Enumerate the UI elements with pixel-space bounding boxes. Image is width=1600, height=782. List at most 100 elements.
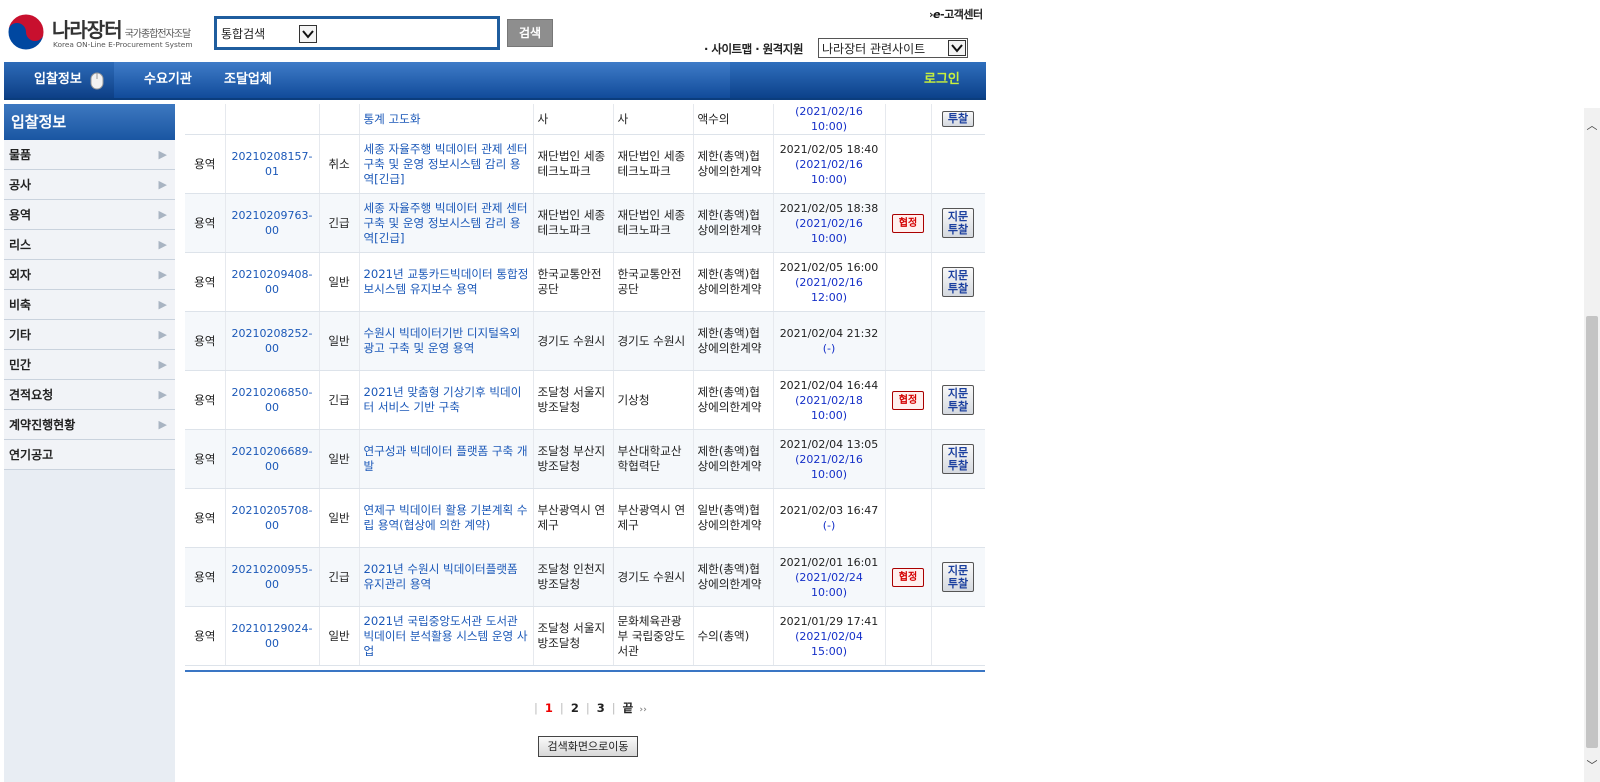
table-row[interactable]: 용역 20210205708-00 일반 연제구 빅데이터 활용 기본계획 수립… [185, 488, 985, 548]
notice-number[interactable]: 20210208157-01 [225, 134, 320, 194]
logo-english-name: Korea ON-Line E-Procurement System [53, 40, 193, 49]
notice-name[interactable]: 수원시 빅데이터기반 디지털옥외광고 구축 및 운영 용역 [359, 311, 534, 371]
bid-cell: 지문 투찰 [931, 193, 985, 253]
bid-cell [931, 606, 985, 666]
sitemap-link[interactable]: · 사이트맵 [704, 42, 752, 56]
notice-class [319, 104, 360, 135]
chevron-down-icon[interactable] [948, 40, 966, 56]
notice-name[interactable]: 2021년 교통카드빅데이터 통합정보시스템 유지보수 용역 [359, 252, 534, 312]
scroll-down-icon[interactable]: ﹀ [1584, 758, 1600, 774]
nav-agency[interactable]: 수요기관 [144, 62, 192, 98]
login-link[interactable]: 로그인 [924, 62, 960, 98]
notice-name[interactable]: 연구성과 빅데이터 플랫폼 구축 개발 [359, 429, 534, 489]
table-row[interactable]: 용역 20210206689-00 일반 연구성과 빅데이터 플랫폼 구축 개발… [185, 429, 985, 489]
notice-name[interactable]: 2021년 맞춤형 기상기후 빅데이터 서비스 기반 구축 [359, 370, 534, 430]
notice-date: 2021/02/05 18:40 [779, 142, 879, 156]
notice-name[interactable]: 세종 자율주행 빅데이터 관제 센터 구축 및 운영 정보시스템 감리 용역[긴… [359, 193, 534, 253]
sidebar-item-quote[interactable]: 견적요청 ▶ [4, 380, 175, 410]
notice-number[interactable]: 20210206689-00 [225, 429, 320, 489]
table-row[interactable]: 용역 20210200955-00 긴급 2021년 수원시 빅데이터플랫폼 유… [185, 547, 985, 607]
sidebar-item-contract-status[interactable]: 계약진행현황 ▶ [4, 410, 175, 440]
scroll-thumb[interactable] [1586, 316, 1598, 748]
sidebar-item-private[interactable]: 민간 ▶ [4, 350, 175, 380]
table-row[interactable]: 용역 20210209408-00 일반 2021년 교통카드빅데이터 통합정보… [185, 252, 985, 312]
sidebar-item-service[interactable]: 용역 ▶ [4, 200, 175, 230]
notice-class: 일반 [319, 429, 360, 489]
customer-center-link[interactable]: ›e-고객센터 [929, 6, 983, 22]
chevron-right-icon: ▶ [158, 358, 167, 371]
mouse-icon [90, 72, 104, 89]
site-logo[interactable]: 나라장터 국가종합전자조달 Korea ON-Line E-Procurement… [6, 10, 206, 54]
notice-name[interactable]: 세종 자율주행 빅데이터 관제 센터 구축 및 운영 정보시스템 감리 용역[긴… [359, 134, 534, 194]
sidebar-title: 입찰정보 [4, 104, 175, 140]
notice-number[interactable]: 20210206850-00 [225, 370, 320, 430]
page-3[interactable]: 3 [597, 701, 605, 715]
joint-agreement-badge[interactable]: 협정 [892, 390, 924, 410]
chevron-right-icon: ▶ [158, 268, 167, 281]
table-row[interactable]: 용역 20210208252-00 일반 수원시 빅데이터기반 디지털옥외광고 … [185, 311, 985, 371]
service-type: 용역 [185, 429, 226, 489]
remote-support-link[interactable]: · 원격지원 [755, 42, 803, 56]
chevron-right-icon: ▶ [158, 178, 167, 191]
sidebar-item-etc[interactable]: 기타 ▶ [4, 320, 175, 350]
table-row[interactable]: 용역 20210129024-00 일반 2021년 국립중앙도서관 도서관 빅… [185, 606, 985, 666]
notice-number[interactable]: 20210209408-00 [225, 252, 320, 312]
fingerprint-bid-button[interactable]: 지문 투찰 [942, 444, 974, 474]
bid-deadline: (2021/02/24 10:00) [795, 570, 863, 599]
notice-name[interactable]: 2021년 국립중앙도서관 도서관 빅데이터 분석활용 시스템 운영 사업 [359, 606, 534, 666]
notice-number[interactable]: 20210200955-00 [225, 547, 320, 607]
pagination: | 1 | 2 | 3 | 끝 ›› [534, 700, 653, 716]
customer-center-label: -고객센터 [940, 8, 983, 21]
search-scope-select[interactable]: 통합검색 [221, 24, 317, 44]
page-2[interactable]: 2 [571, 701, 579, 715]
search-button[interactable]: 검색 [507, 19, 553, 47]
sidebar-item-label: 민간 [9, 358, 32, 372]
joint-agreement-badge[interactable]: 협정 [892, 213, 924, 233]
fingerprint-bid-button[interactable]: 지문 투찰 [942, 208, 974, 238]
table-row[interactable]: 용역 20210206850-00 긴급 2021년 맞춤형 기상기후 빅데이터… [185, 370, 985, 430]
notice-class: 일반 [319, 488, 360, 548]
table-row[interactable]: 용역 20210208157-01 취소 세종 자율주행 빅데이터 관제 센터 … [185, 134, 985, 194]
sidebar-item-stockpile[interactable]: 비축 ▶ [4, 290, 175, 320]
notice-date: 2021/02/04 21:32 [779, 327, 879, 340]
sidebar-item-lease[interactable]: 리스 ▶ [4, 230, 175, 260]
sidebar-item-construction[interactable]: 공사 ▶ [4, 170, 175, 200]
top-links: · 사이트맵 · 원격지원 [704, 41, 803, 57]
notice-number[interactable] [225, 104, 320, 135]
demand-agency: 부산대학교산학협력단 [613, 429, 694, 489]
bid-cell [931, 311, 985, 371]
notice-name[interactable]: 통계 고도화 [359, 104, 534, 135]
joint-agreement-badge[interactable]: 협정 [892, 567, 924, 587]
fingerprint-bid-button[interactable]: 지문 투찰 [942, 562, 974, 592]
nav-supplier[interactable]: 조달업체 [224, 62, 272, 98]
notice-number[interactable]: 20210205708-00 [225, 488, 320, 548]
notice-class: 긴급 [319, 547, 360, 607]
last-page-link[interactable]: 끝 ›› [623, 701, 650, 715]
bid-button[interactable]: 투찰 [942, 111, 974, 127]
nav-bid-info[interactable]: 입찰정보 [4, 62, 114, 98]
scroll-up-icon[interactable]: ︿ [1584, 118, 1600, 134]
vertical-scrollbar[interactable]: ︿ ﹀ [1584, 108, 1600, 782]
fingerprint-bid-button[interactable]: 지문 투찰 [942, 385, 974, 415]
chevron-down-icon[interactable] [299, 25, 317, 43]
notice-number[interactable]: 20210129024-00 [225, 606, 320, 666]
notice-name[interactable]: 2021년 수원시 빅데이터플랫폼 유지관리 용역 [359, 547, 534, 607]
demand-agency: 한국교통안전공단 [613, 252, 694, 312]
notice-agency: 한국교통안전공단 [533, 252, 614, 312]
agreement-cell [885, 104, 932, 135]
bid-deadline: (2021/02/16 10:00) [795, 216, 863, 245]
table-row[interactable]: 용역 20210209763-00 긴급 세종 자율주행 빅데이터 관제 센터 … [185, 193, 985, 253]
sidebar-item-goods[interactable]: 물품 ▶ [4, 140, 175, 170]
table-row[interactable]: 통계 고도화 사 사 액수의 (2021/02/16 10:00) 투찰 [185, 104, 985, 135]
sidebar-item-postponed[interactable]: 연기공고 [4, 440, 175, 470]
sidebar-item-foreign[interactable]: 외자 ▶ [4, 260, 175, 290]
notice-number[interactable]: 20210208252-00 [225, 311, 320, 371]
table-bottom-border [185, 670, 985, 672]
back-to-search-button[interactable]: 검색화면으로이동 [538, 736, 638, 757]
related-site-select[interactable]: 나라장터 관련사이트 [818, 38, 968, 58]
fingerprint-bid-button[interactable]: 지문 투찰 [942, 267, 974, 297]
notice-number[interactable]: 20210209763-00 [225, 193, 320, 253]
page-1[interactable]: 1 [545, 701, 553, 715]
contract-method: 제한(총액)협상에의한계약 [693, 547, 774, 607]
notice-name[interactable]: 연제구 빅데이터 활용 기본계획 수립 용역(협상에 의한 계약) [359, 488, 534, 548]
